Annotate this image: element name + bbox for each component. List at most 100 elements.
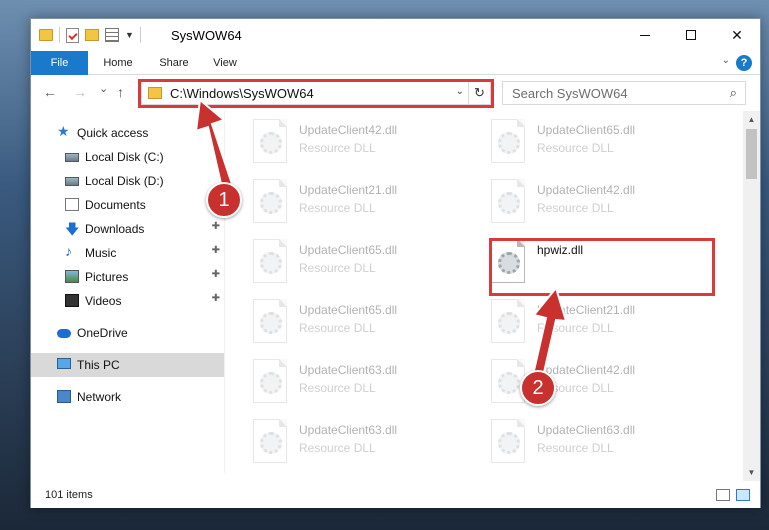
file-item[interactable]: UpdateClient63.dll Resource DLL — [231, 415, 461, 473]
recent-locations-button[interactable]: ⌄ — [99, 82, 108, 95]
scroll-up-icon[interactable]: ▲ — [743, 111, 760, 128]
dll-file-icon — [253, 179, 287, 223]
dll-file-icon — [253, 299, 287, 343]
scroll-down-icon[interactable]: ▼ — [743, 464, 760, 481]
minimize-icon — [640, 34, 650, 36]
pane-divider[interactable] — [224, 111, 225, 473]
sidebar-item-downloads[interactable]: 🡇 Downloads ✚ — [31, 217, 224, 241]
item-count: 101 items — [45, 489, 93, 501]
sidebar-item-quick-access[interactable]: ★ Quick access — [31, 121, 224, 145]
file-type: Resource DLL — [537, 321, 614, 335]
this-pc-icon — [57, 358, 71, 369]
dll-file-icon — [491, 299, 525, 343]
sidebar-item-onedrive[interactable]: OneDrive — [31, 321, 224, 345]
pin-icon[interactable]: ✚ — [212, 221, 220, 232]
file-item[interactable]: UpdateClient65.dll Resource DLL — [469, 115, 699, 173]
onedrive-icon — [57, 329, 71, 338]
help-icon[interactable]: ? — [736, 55, 752, 71]
sidebar-item-label: Videos — [85, 294, 122, 308]
tab-home[interactable]: Home — [88, 51, 148, 75]
navigation-pane: ★ Quick access Local Disk (C:) Local Dis… — [31, 111, 224, 481]
expand-ribbon-chevron-icon[interactable]: ⌄ — [722, 55, 730, 66]
file-item[interactable]: UpdateClient21.dll Resource DLL — [469, 295, 699, 353]
dll-file-icon — [491, 419, 525, 463]
sidebar-item-music[interactable]: ♪ Music ✚ — [31, 241, 224, 265]
sidebar-item-label: This PC — [77, 358, 120, 372]
file-type: Resource DLL — [537, 141, 614, 155]
sidebar-item-network[interactable]: Network — [31, 385, 224, 409]
customize-toolbar-chevron-icon[interactable]: ▼ — [125, 30, 134, 40]
file-item[interactable]: UpdateClient63.dll Resource DLL — [231, 355, 461, 413]
maximize-button[interactable] — [668, 19, 714, 51]
view-toggle-icon[interactable] — [105, 28, 119, 42]
new-folder-icon[interactable] — [85, 29, 99, 41]
tab-file[interactable]: File — [31, 51, 88, 75]
file-item[interactable]: UpdateClient65.dll Resource DLL — [231, 295, 461, 353]
vertical-scrollbar[interactable]: ▲ ▼ — [743, 111, 760, 481]
search-placeholder: Search SysWOW64 — [512, 86, 628, 101]
tab-share[interactable]: Share — [148, 51, 200, 75]
file-explorer-window: ▼ SysWOW64 ✕ File Home Share View ⌄ ? ← … — [30, 18, 761, 508]
title-bar: ▼ SysWOW64 ✕ — [31, 19, 760, 51]
file-type: Resource DLL — [299, 321, 376, 335]
file-item[interactable]: UpdateClient65.dll Resource DLL — [231, 235, 461, 293]
sidebar-item-label: Local Disk (D:) — [85, 174, 164, 188]
step-badge-1: 1 — [206, 182, 242, 218]
network-icon — [57, 390, 71, 403]
sidebar-item-label: Documents — [85, 198, 146, 212]
sidebar-item-this-pc[interactable]: This PC — [31, 353, 224, 377]
dll-file-icon — [491, 359, 525, 403]
file-item[interactable]: UpdateClient63.dll Resource DLL — [469, 415, 699, 473]
pin-icon[interactable]: ✚ — [212, 245, 220, 256]
tab-view[interactable]: View — [200, 51, 250, 75]
details-view-icon[interactable] — [716, 489, 730, 501]
search-box[interactable]: Search SysWOW64 ⌕ — [502, 81, 746, 105]
folder-icon — [39, 29, 53, 41]
sidebar-item-local-disk-d[interactable]: Local Disk (D:) — [31, 169, 224, 193]
dll-file-icon — [253, 239, 287, 283]
properties-icon[interactable] — [66, 27, 79, 43]
up-button[interactable]: ↑ — [117, 84, 124, 100]
file-type: Resource DLL — [299, 441, 376, 455]
file-name: UpdateClient65.dll — [299, 303, 398, 317]
file-name: UpdateClient21.dll — [537, 303, 636, 317]
file-name: UpdateClient42.dll — [537, 363, 636, 377]
sidebar-item-label: Quick access — [77, 126, 149, 140]
file-name: UpdateClient42.dll — [299, 123, 398, 137]
sidebar-item-label: OneDrive — [77, 326, 128, 340]
dll-file-icon — [491, 119, 525, 163]
file-type: Resource DLL — [299, 201, 376, 215]
pin-icon[interactable]: ✚ — [212, 269, 220, 280]
sidebar-item-videos[interactable]: Videos ✚ — [31, 289, 224, 313]
dll-file-icon — [491, 179, 525, 223]
minimize-button[interactable] — [622, 19, 668, 51]
sidebar-item-label: Downloads — [85, 222, 145, 236]
file-item[interactable]: UpdateClient21.dll Resource DLL — [231, 175, 461, 233]
downloads-icon: 🡇 — [65, 221, 80, 237]
forward-button[interactable]: → — [73, 84, 87, 100]
file-item[interactable]: UpdateClient42.dll Resource DLL — [469, 175, 699, 233]
star-icon: ★ — [57, 123, 70, 139]
maximize-icon — [686, 30, 696, 40]
file-highlight — [489, 238, 715, 296]
tiles-view-icon[interactable] — [736, 489, 750, 501]
drive-icon — [65, 153, 79, 162]
file-item[interactable]: UpdateClient42.dll Resource DLL — [469, 355, 699, 413]
scroll-thumb[interactable] — [746, 129, 757, 179]
file-type: Resource DLL — [299, 261, 376, 275]
close-button[interactable]: ✕ — [714, 19, 760, 51]
sidebar-item-pictures[interactable]: Pictures ✚ — [31, 265, 224, 289]
sidebar-item-label: Pictures — [85, 270, 129, 284]
file-list: UpdateClient42.dll Resource DLL UpdateCl… — [231, 111, 741, 481]
file-type: Resource DLL — [299, 381, 376, 395]
ribbon-tabs: File Home Share View ⌄ ? — [31, 51, 760, 75]
sidebar-item-label: Network — [77, 390, 122, 404]
file-item[interactable]: UpdateClient42.dll Resource DLL — [231, 115, 461, 173]
music-icon: ♪ — [65, 243, 72, 259]
back-button[interactable]: ← — [43, 84, 57, 100]
address-bar-highlight — [138, 79, 494, 108]
sidebar-item-local-disk-c[interactable]: Local Disk (C:) — [31, 145, 224, 169]
search-icon[interactable]: ⌕ — [730, 85, 737, 101]
pin-icon[interactable]: ✚ — [212, 293, 220, 304]
sidebar-item-documents[interactable]: Documents — [31, 193, 224, 217]
